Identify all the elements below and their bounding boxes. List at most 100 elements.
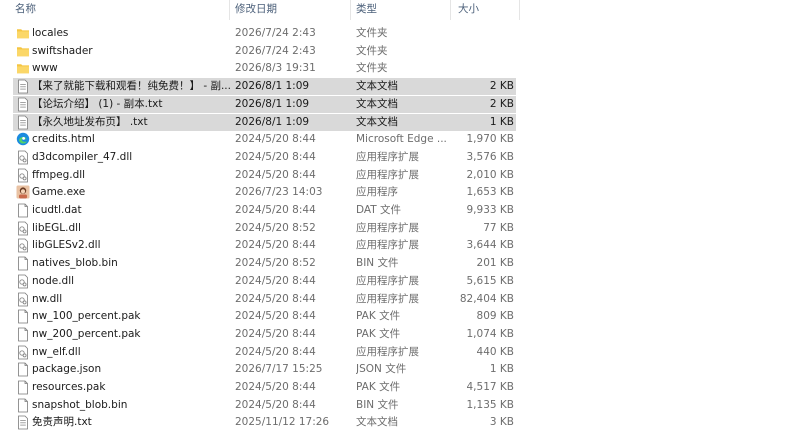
- file-type: BIN 文件: [356, 398, 399, 411]
- file-date: 2024/5/20 8:44: [235, 239, 316, 252]
- folder-icon: [16, 44, 30, 59]
- file-row[interactable]: ffmpeg.dll 2024/5/20 8:44 应用程序扩展 2,010 KB: [13, 167, 516, 184]
- column-header-date[interactable]: 修改日期: [233, 0, 345, 18]
- file-row[interactable]: www 2026/8/3 19:31 文件夹: [13, 60, 516, 77]
- blank-file-icon: [16, 380, 30, 395]
- file-size: [450, 60, 514, 77]
- file-name: node.dll: [32, 274, 75, 287]
- file-name: nw_100_percent.pak: [32, 310, 141, 323]
- file-name: 【论坛介绍】 (1) - 副本.txt: [32, 97, 163, 110]
- file-type: 文本文档: [356, 80, 398, 93]
- column-divider[interactable]: [350, 0, 351, 20]
- file-name: 【永久地址发布页】 .txt: [32, 115, 148, 128]
- dll-icon: [16, 292, 30, 307]
- file-row[interactable]: icudtl.dat 2024/5/20 8:44 DAT 文件 9,933 KB: [13, 202, 516, 219]
- file-date: 2024/5/20 8:44: [235, 133, 316, 146]
- file-size: 5,615 KB: [466, 274, 515, 287]
- file-name: nw.dll: [32, 292, 63, 305]
- file-name: www: [32, 62, 58, 75]
- file-type: 应用程序扩展: [356, 168, 419, 181]
- dll-icon: [16, 168, 30, 183]
- file-size: 1,135 KB: [466, 398, 515, 411]
- file-name: d3dcompiler_47.dll: [32, 150, 133, 163]
- file-type: DAT 文件: [356, 204, 402, 216]
- column-header-size[interactable]: 大小: [456, 0, 518, 18]
- dll-icon: [16, 274, 30, 289]
- column-header-name[interactable]: 名称: [13, 0, 215, 18]
- file-row[interactable]: libEGL.dll 2024/5/20 8:52 应用程序扩展 77 KB: [13, 220, 516, 237]
- file-size: [450, 43, 514, 60]
- file-date: 2024/5/20 8:44: [235, 398, 316, 411]
- file-date: 2026/8/1 1:09: [235, 97, 310, 110]
- file-row[interactable]: node.dll 2024/5/20 8:44 应用程序扩展 5,615 KB: [13, 273, 516, 290]
- file-type: PAK 文件: [356, 327, 401, 340]
- folder-icon: [16, 26, 30, 41]
- file-name: swiftshader: [32, 44, 93, 57]
- file-row[interactable]: swiftshader 2026/7/24 2:43 文件夹: [13, 43, 516, 60]
- file-row[interactable]: locales 2026/7/24 2:43 文件夹: [13, 25, 516, 42]
- file-name: libEGL.dll: [32, 221, 81, 234]
- file-row[interactable]: 免责声明.txt 2025/11/12 17:26 文本文档 3 KB: [13, 414, 516, 431]
- dll-icon: [16, 238, 30, 253]
- file-size: 3,576 KB: [466, 150, 515, 163]
- file-date: 2026/7/24 2:43: [235, 27, 316, 39]
- file-type: PAK 文件: [356, 310, 401, 323]
- file-size: 4,517 KB: [466, 381, 515, 393]
- file-row[interactable]: nw_100_percent.pak 2024/5/20 8:44 PAK 文件 80…: [13, 308, 516, 325]
- file-date: 2026/7/17 15:25: [235, 363, 323, 376]
- column-divider[interactable]: [229, 0, 230, 20]
- file-name: libGLESv2.dll: [32, 239, 101, 252]
- file-type: PAK 文件: [356, 381, 401, 393]
- blank-file-icon: [16, 362, 30, 377]
- file-row[interactable]: resources.pak 2024/5/20 8:44 PAK 文件 4,517 K…: [13, 379, 516, 396]
- file-size: [450, 25, 514, 42]
- file-size: 9,933 KB: [466, 204, 515, 216]
- blank-file-icon: [16, 327, 30, 342]
- file-row[interactable]: 【来了就能下载和观看！纯免费！】 - 副... 2026/8/1 1:09 文本文档…: [13, 78, 516, 96]
- file-type: 文本文档: [356, 115, 398, 128]
- file-type: JSON 文件: [356, 363, 407, 376]
- file-type: 文件夹: [356, 62, 388, 75]
- file-row[interactable]: package.json 2026/7/17 15:25 JSON 文件 1 KB: [13, 361, 516, 378]
- file-name: 免责声明.txt: [32, 416, 92, 429]
- file-row[interactable]: natives_blob.bin 2024/5/20 8:52 BIN 文件 201 …: [13, 255, 516, 272]
- dll-icon: [16, 345, 30, 360]
- file-row[interactable]: snapshot_blob.bin 2024/5/20 8:44 BIN 文件 1,1…: [13, 397, 516, 414]
- file-row[interactable]: credits.html 2024/5/20 8:44 Microsoft Edge…: [13, 131, 516, 148]
- file-row[interactable]: Game.exe 2026/7/23 14:03 应用程序 1,653 KB: [13, 184, 516, 201]
- file-size: 3 KB: [489, 416, 514, 429]
- file-type: 文件夹: [356, 44, 388, 57]
- file-row[interactable]: 【论坛介绍】 (1) - 副本.txt 2026/8/1 1:09 文本文档 2 KB: [13, 95, 516, 113]
- file-date: 2026/7/24 2:43: [235, 44, 316, 57]
- file-size: 440 KB: [476, 345, 514, 358]
- folder-icon: [16, 61, 30, 76]
- file-size: 3,644 KB: [466, 239, 515, 252]
- file-row[interactable]: nw_200_percent.pak 2024/5/20 8:44 PAK 文件 1,…: [13, 326, 516, 343]
- blank-file-icon: [16, 203, 30, 218]
- file-date: 2026/7/23 14:03: [235, 186, 323, 199]
- file-size: 82,404 KB: [459, 292, 514, 305]
- file-name: Game.exe: [32, 186, 86, 199]
- file-date: 2024/5/20 8:44: [235, 381, 316, 393]
- file-type: 应用程序扩展: [356, 150, 419, 163]
- file-date: 2026/8/1 1:09: [235, 80, 310, 93]
- file-type: Microsoft Edge ...: [356, 133, 447, 146]
- column-divider[interactable]: [519, 0, 520, 20]
- file-name: 【来了就能下载和观看！纯免费！】 - 副...: [32, 80, 231, 93]
- file-name: credits.html: [32, 133, 95, 146]
- file-type: 文本文档: [356, 97, 398, 110]
- file-date: 2026/8/1 1:09: [235, 115, 310, 128]
- file-row[interactable]: libGLESv2.dll 2024/5/20 8:44 应用程序扩展 3,644 K…: [13, 237, 516, 254]
- file-row[interactable]: nw.dll 2024/5/20 8:44 应用程序扩展 82,404 KB: [13, 291, 516, 308]
- file-date: 2024/5/20 8:52: [235, 221, 316, 234]
- file-type: 应用程序: [356, 186, 398, 199]
- column-divider[interactable]: [450, 0, 451, 20]
- file-type: 应用程序扩展: [356, 221, 419, 234]
- file-date: 2024/5/20 8:44: [235, 345, 316, 358]
- file-row[interactable]: d3dcompiler_47.dll 2024/5/20 8:44 应用程序扩展 3,…: [13, 149, 516, 166]
- blank-file-icon: [16, 309, 30, 324]
- file-row[interactable]: 【永久地址发布页】 .txt 2026/8/1 1:09 文本文档 1 KB: [13, 113, 516, 131]
- file-row[interactable]: nw_elf.dll 2024/5/20 8:44 应用程序扩展 440 KB: [13, 344, 516, 361]
- column-header-type[interactable]: 类型: [354, 0, 446, 18]
- file-type: 文本文档: [356, 416, 398, 429]
